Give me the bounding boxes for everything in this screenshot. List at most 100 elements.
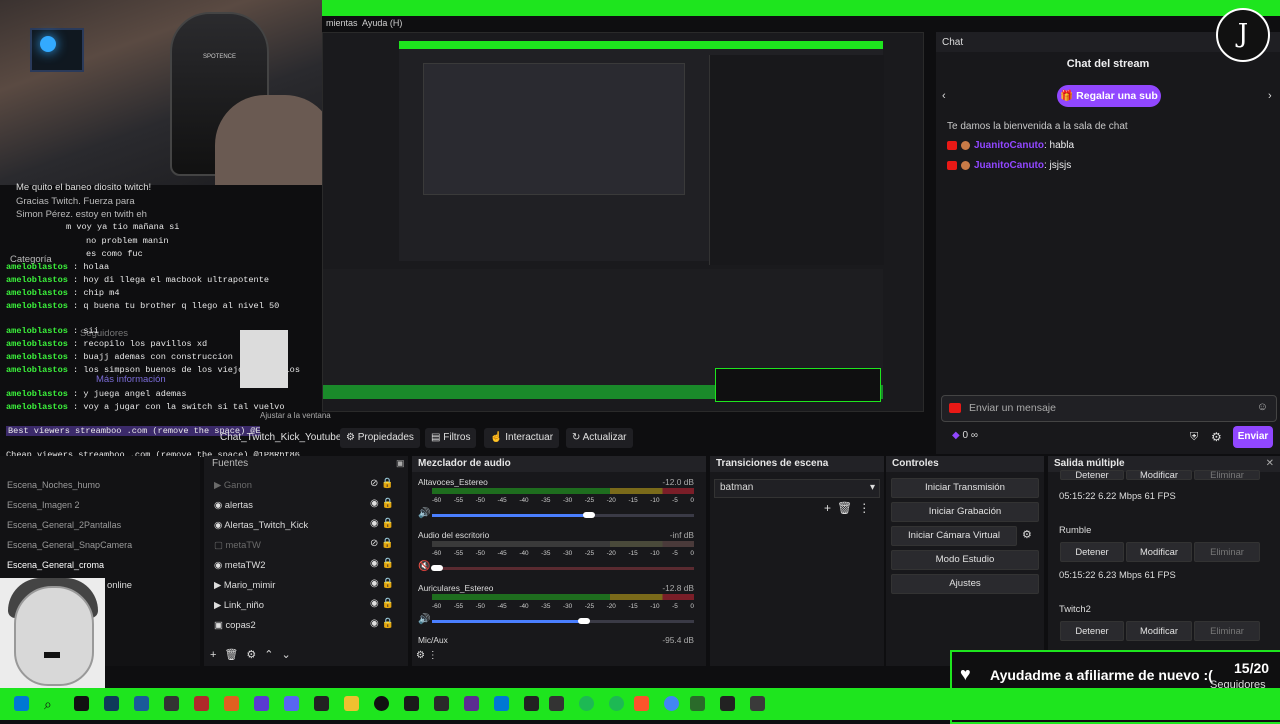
menu-item-herramientas[interactable]: mientas [326, 18, 358, 28]
gift-sub-button[interactable]: 🎁 Regalar una sub [1057, 85, 1161, 107]
close-icon[interactable]: ✕ [1266, 458, 1274, 469]
visibility-toggle-icon[interactable]: ⊘ 🔒 [370, 478, 394, 489]
delete-button[interactable]: Eliminar [1194, 621, 1260, 641]
app-icon[interactable] [404, 696, 419, 711]
source-item[interactable]: ◉ alertas [214, 499, 253, 511]
source-item[interactable]: ◉ Alertas_Twitch_Kick [214, 519, 308, 531]
shield-icon[interactable]: ⛨ [1190, 431, 1198, 444]
chevron-left-icon[interactable]: ‹ [942, 90, 946, 102]
app-icon[interactable] [690, 696, 705, 711]
obs-preview-canvas[interactable] [322, 32, 924, 412]
scene-item[interactable]: Escena_Noches_humo [7, 480, 100, 490]
transition-actions[interactable]: +🗑⋮ [824, 501, 876, 515]
dock-popout-icon[interactable]: ▣ [396, 458, 405, 469]
chat-username[interactable]: JuanitoCanuto [974, 140, 1044, 151]
speaker-icon[interactable]: 🔊 [418, 508, 430, 519]
properties-button[interactable]: ⚙ Propiedades [340, 428, 420, 448]
visibility-toggle-icon[interactable]: ◉ 🔒 [370, 518, 394, 529]
scene-item-selected[interactable]: Escena_General_croma [7, 560, 104, 570]
app-icon[interactable] [464, 696, 479, 711]
app-icon[interactable] [549, 696, 564, 711]
chat-message: JuanitoCanuto: jsjsjs [947, 160, 1071, 171]
source-item[interactable]: ▶ Mario_mimir [214, 579, 275, 591]
source-item[interactable]: ▶ Link_niño [214, 599, 264, 611]
interact-label: Interactuar [505, 432, 554, 443]
app-icon[interactable] [750, 696, 765, 711]
filters-button[interactable]: ▤ Filtros [425, 428, 477, 448]
visibility-toggle-icon[interactable]: ◉ 🔒 [370, 578, 394, 589]
search-icon[interactable]: ⌕ [44, 696, 59, 712]
stop-button[interactable]: Detener [1060, 542, 1124, 562]
app-icon[interactable] [434, 696, 449, 711]
folder-icon[interactable] [344, 696, 359, 711]
chat-input[interactable]: Enviar un mensaje ☺ [941, 395, 1277, 422]
brave-icon[interactable] [634, 696, 649, 711]
interact-button[interactable]: ☝ Interactuar [484, 428, 560, 448]
badge-icon [947, 140, 957, 150]
windows-start-icon[interactable] [14, 696, 29, 711]
transition-select[interactable]: batman ▾ [714, 479, 880, 498]
volume-fader[interactable] [431, 565, 694, 571]
source-item[interactable]: ▶ Ganon [214, 479, 252, 491]
app-icon[interactable] [164, 696, 179, 711]
gear-icon[interactable]: ⚙ [1022, 528, 1032, 541]
fader-knob[interactable] [583, 512, 596, 518]
app-icon[interactable] [194, 696, 209, 711]
emote-icon[interactable]: ☺ [1257, 401, 1268, 413]
app-icon[interactable] [254, 696, 269, 711]
vscode-icon[interactable] [494, 696, 509, 711]
edit-button[interactable]: Modificar [1126, 621, 1192, 641]
chevron-right-icon[interactable]: › [1268, 90, 1272, 102]
delete-button[interactable]: Eliminar [1194, 470, 1260, 480]
visibility-toggle-icon[interactable]: ◉ 🔒 [370, 598, 394, 609]
muted-speaker-icon[interactable]: 🔇 [418, 561, 430, 572]
send-button[interactable]: Enviar [1233, 426, 1273, 448]
fader-knob[interactable] [431, 565, 444, 571]
settings-button[interactable]: Ajustes [891, 574, 1039, 594]
edit-button[interactable]: Modificar [1126, 470, 1192, 480]
sources-footer-icons[interactable]: +🗑⚙︎⌃⌄ [210, 648, 299, 661]
edit-button[interactable]: Modificar [1126, 542, 1192, 562]
spotify-icon[interactable] [609, 696, 624, 711]
visibility-toggle-icon[interactable]: ⊘ 🔒 [370, 538, 394, 549]
source-item[interactable]: ▣ copas2 [214, 619, 256, 631]
chrome-icon[interactable] [664, 696, 679, 711]
app-icon[interactable] [134, 696, 149, 711]
obs-icon[interactable] [374, 696, 389, 711]
delete-button[interactable]: Eliminar [1194, 542, 1260, 562]
channel-points[interactable]: ◆ 0 ∞ [952, 430, 978, 441]
app-icon[interactable] [224, 696, 239, 711]
spotify-icon[interactable] [579, 696, 594, 711]
discord-icon[interactable] [284, 696, 299, 711]
transitions-title: Transiciones de escena [716, 458, 829, 469]
visibility-toggle-icon[interactable]: ◉ 🔒 [370, 498, 394, 509]
visibility-toggle-icon[interactable]: ◉ 🔒 [370, 618, 394, 629]
source-item[interactable]: ▢ metaTW [214, 539, 261, 551]
fader-knob[interactable] [577, 618, 590, 624]
start-recording-button[interactable]: Iniciar Grabación [891, 502, 1039, 522]
scene-item[interactable]: Escena_General_2Pantallas [7, 520, 121, 530]
volume-fader[interactable] [432, 618, 694, 624]
menu-item-ayuda[interactable]: Ayuda (H) [362, 18, 402, 28]
kick-app-icon[interactable] [74, 696, 89, 711]
chat-username[interactable]: JuanitoCanuto [974, 160, 1044, 171]
stop-button[interactable]: Detener [1060, 621, 1124, 641]
stop-button[interactable]: Detener [1060, 470, 1124, 480]
studio-mode-button[interactable]: Modo Estudio [891, 550, 1039, 570]
app-icon[interactable] [314, 696, 329, 711]
fit-to-window[interactable]: Ajustar a la ventana [260, 411, 331, 420]
scene-item[interactable]: Escena_General_SnapCamera [7, 540, 132, 550]
mixer-settings-icon[interactable]: ⚙ ⋮ [416, 650, 438, 661]
volume-fader[interactable] [432, 512, 694, 518]
source-item[interactable]: ◉ metaTW2 [214, 559, 265, 571]
speaker-icon[interactable]: 🔊 [418, 614, 430, 625]
gear-icon[interactable]: ⚙ [1211, 430, 1222, 444]
terminal-icon[interactable] [720, 696, 735, 711]
start-virtual-camera-button[interactable]: Iniciar Cámara Virtual [891, 526, 1017, 546]
app-icon[interactable] [524, 696, 539, 711]
visibility-toggle-icon[interactable]: ◉ 🔒 [370, 558, 394, 569]
start-stream-button[interactable]: Iniciar Transmisión [891, 478, 1039, 498]
app-icon[interactable] [104, 696, 119, 711]
refresh-button[interactable]: ↻ Actualizar [566, 428, 633, 448]
scene-item[interactable]: Escena_Imagen 2 [7, 500, 80, 510]
